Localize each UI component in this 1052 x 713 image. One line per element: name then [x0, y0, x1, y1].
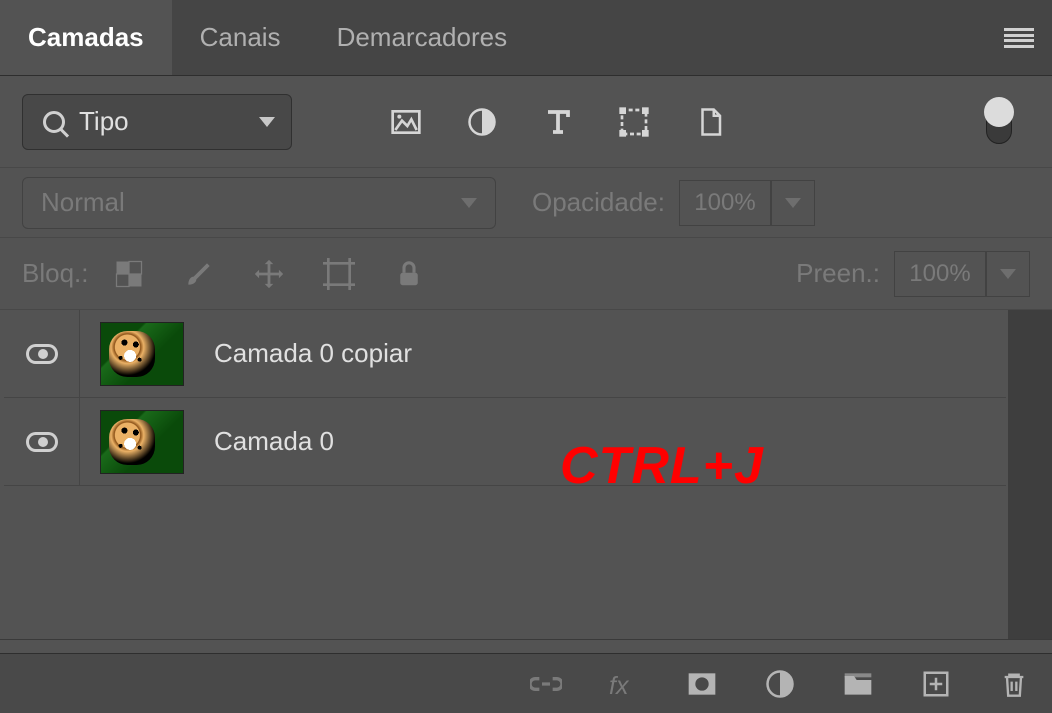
layer-name[interactable]: Camada 0 — [214, 426, 334, 457]
filter-toggle[interactable] — [986, 100, 1012, 144]
footer-bar: fx — [0, 653, 1052, 713]
panel-tabs: Camadas Canais Demarcadores — [0, 0, 1052, 76]
lock-transparency-icon[interactable] — [109, 254, 149, 294]
tab-layers[interactable]: Camadas — [0, 0, 172, 75]
lock-label: Bloq.: — [22, 258, 89, 289]
chevron-down-icon — [461, 198, 477, 208]
new-group-folder-icon[interactable] — [840, 666, 876, 702]
opacity-slider-button[interactable] — [771, 180, 815, 226]
link-layers-icon[interactable] — [528, 666, 564, 702]
visibility-toggle[interactable] — [4, 310, 80, 398]
lock-all-icon[interactable] — [389, 254, 429, 294]
eye-icon — [26, 432, 58, 452]
filter-row: Tipo — [0, 76, 1052, 168]
layer-name[interactable]: Camada 0 copiar — [214, 338, 412, 369]
blend-row: Normal Opacidade: 100% — [0, 168, 1052, 238]
svg-text:fx: fx — [609, 672, 630, 699]
fill-slider-button[interactable] — [986, 251, 1030, 297]
opacity-label: Opacidade: — [532, 187, 665, 218]
filter-adjustment-icon[interactable] — [464, 104, 500, 140]
scrollbar[interactable] — [1008, 310, 1052, 640]
blend-mode-label: Normal — [41, 187, 461, 218]
filter-type-label: Tipo — [79, 106, 259, 137]
filter-type-text-icon[interactable] — [540, 104, 576, 140]
lock-position-move-icon[interactable] — [249, 254, 289, 294]
layer-thumbnail[interactable] — [100, 322, 184, 386]
filter-pixel-icon[interactable] — [388, 104, 424, 140]
delete-layer-trash-icon[interactable] — [996, 666, 1032, 702]
filter-icons — [388, 104, 728, 140]
filter-type-dropdown[interactable]: Tipo — [22, 94, 292, 150]
lock-pixels-brush-icon[interactable] — [179, 254, 219, 294]
layer-list: Camada 0 copiar Camada 0 — [0, 310, 1052, 640]
eye-icon — [26, 344, 58, 364]
lock-row: Bloq.: Preen.: 100% — [0, 238, 1052, 310]
new-adjustment-layer-icon[interactable] — [762, 666, 798, 702]
search-icon — [43, 111, 65, 133]
layer-thumbnail[interactable] — [100, 410, 184, 474]
tab-paths[interactable]: Demarcadores — [309, 0, 536, 75]
filter-smart-object-icon[interactable] — [692, 104, 728, 140]
fill-group: Preen.: 100% — [796, 251, 1030, 297]
add-mask-icon[interactable] — [684, 666, 720, 702]
filter-shape-icon[interactable] — [616, 104, 652, 140]
layer-item[interactable]: Camada 0 — [4, 398, 1006, 486]
new-layer-icon[interactable] — [918, 666, 954, 702]
blend-mode-dropdown[interactable]: Normal — [22, 177, 496, 229]
chevron-down-icon — [1000, 269, 1016, 279]
panel-menu-icon[interactable] — [1004, 28, 1034, 48]
tab-channels[interactable]: Canais — [172, 0, 309, 75]
chevron-down-icon — [785, 198, 801, 208]
layer-item[interactable]: Camada 0 copiar — [4, 310, 1006, 398]
chevron-down-icon — [259, 117, 275, 127]
layer-style-fx-icon[interactable]: fx — [606, 666, 642, 702]
opacity-value[interactable]: 100% — [679, 180, 771, 226]
lock-artboard-icon[interactable] — [319, 254, 359, 294]
fill-value[interactable]: 100% — [894, 251, 986, 297]
fill-label: Preen.: — [796, 258, 880, 289]
lock-icons — [109, 254, 429, 294]
visibility-toggle[interactable] — [4, 398, 80, 486]
